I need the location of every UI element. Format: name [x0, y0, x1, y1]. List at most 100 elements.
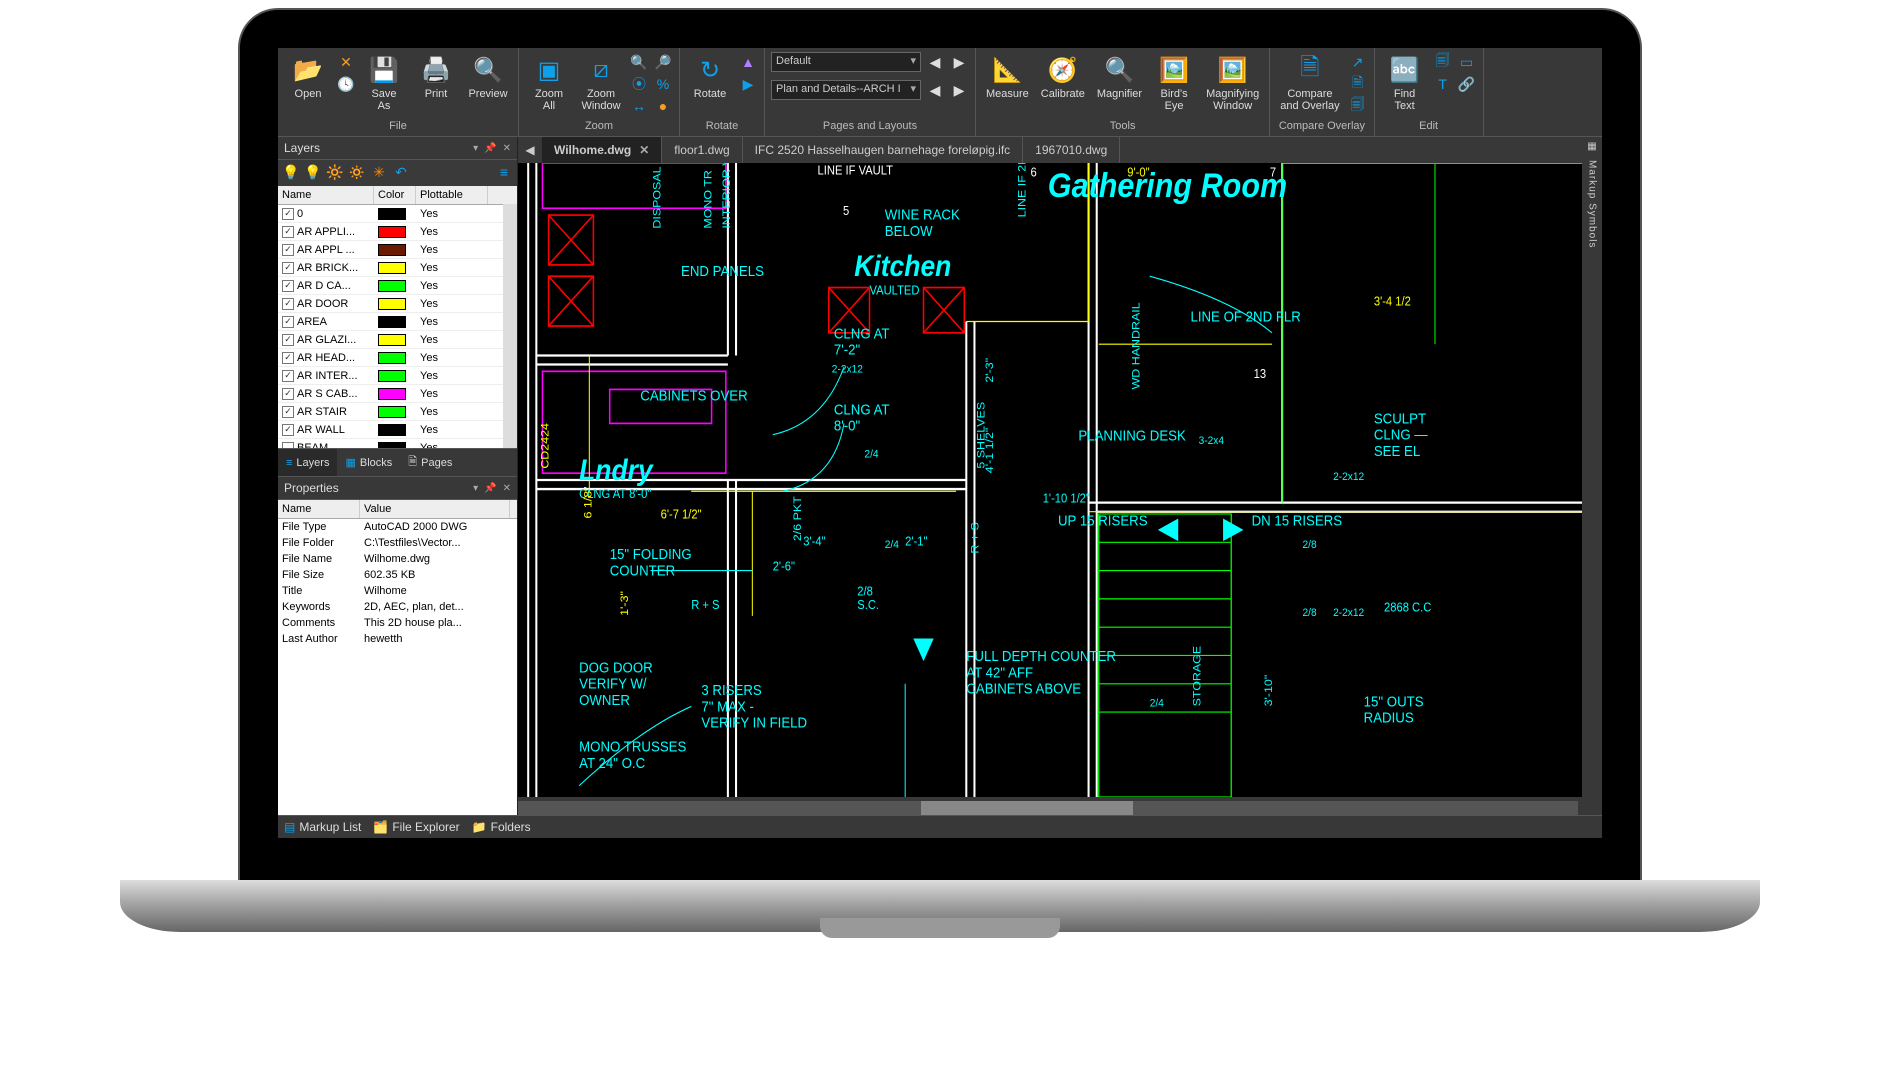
print-button[interactable]: 🖨️ Print — [412, 52, 460, 102]
layer-checkbox[interactable]: ✓ — [282, 334, 294, 346]
layer-checkbox[interactable]: ✓ — [282, 424, 294, 436]
tab-scroll-left[interactable]: ◀ — [518, 137, 542, 163]
layers-menu-icon[interactable]: ≡ — [495, 164, 513, 182]
overlay-arrow-icon[interactable]: ↗ — [1348, 52, 1368, 72]
layer-checkbox[interactable]: ✓ — [282, 280, 294, 292]
compare-overlay-button[interactable]: 🗎Compare and Overlay — [1276, 52, 1343, 114]
layer-color-swatch[interactable] — [378, 388, 406, 400]
layer-row[interactable]: ✓AR APPL ...Yes — [278, 241, 517, 259]
magnifier-button[interactable]: 🔍Magnifier — [1093, 52, 1146, 102]
layer-checkbox[interactable]: ✓ — [282, 352, 294, 364]
edit-copy-icon[interactable]: 🗐 — [1433, 52, 1453, 72]
close-document-icon[interactable]: ✕ — [336, 52, 356, 72]
tab-blocks[interactable]: ▦Blocks — [337, 449, 400, 476]
layer-color-swatch[interactable] — [378, 208, 406, 220]
calibrate-button[interactable]: 🧭Calibrate — [1037, 52, 1089, 102]
zoom-flame-icon[interactable]: ● — [653, 96, 673, 116]
layer-row[interactable]: ✓AR STAIRYes — [278, 403, 517, 421]
layer-checkbox[interactable]: ✓ — [282, 244, 294, 256]
layer-color-swatch[interactable] — [378, 334, 406, 346]
layer-checkbox[interactable]: ✓ — [282, 388, 294, 400]
layer-checkbox[interactable]: ✓ — [282, 298, 294, 310]
bulb-toggle-icon[interactable]: 🔆 — [326, 164, 344, 182]
layer-checkbox[interactable]: ✓ — [282, 262, 294, 274]
layers-scrollbar[interactable] — [503, 204, 517, 448]
file-explorer-button[interactable]: 🗂️File Explorer — [373, 820, 459, 834]
document-tab[interactable]: Wilhome.dwg✕ — [542, 137, 662, 163]
bulb-off-icon[interactable]: 💡 — [304, 164, 322, 182]
flip-v-icon[interactable]: ▶ — [738, 74, 758, 94]
col-name[interactable]: Name — [278, 186, 374, 204]
property-row[interactable]: Keywords2D, AEC, plan, det... — [278, 599, 517, 615]
document-tab[interactable]: floor1.dwg — [662, 137, 742, 163]
layer-row[interactable]: ✓AR WALLYes — [278, 421, 517, 439]
bulb-on-icon[interactable]: 💡 — [282, 164, 300, 182]
recent-files-icon[interactable]: 🕓 — [336, 74, 356, 94]
folders-button[interactable]: 📁Folders — [472, 820, 531, 834]
zoom-window-button[interactable]: ⧄ Zoom Window — [577, 52, 625, 114]
layer-row[interactable]: ✓AR S CAB...Yes — [278, 385, 517, 403]
drawing-canvas[interactable]: Gathering Room Kitchen VAULTED Lndry CLN… — [518, 163, 1598, 797]
save-as-button[interactable]: 💾 Save As — [360, 52, 408, 114]
col-property-name[interactable]: Name — [278, 500, 360, 518]
document-tab[interactable]: IFC 2520 Hasselhaugen barnehage foreløpi… — [743, 137, 1024, 163]
zoom-out-icon[interactable]: 🔎 — [653, 52, 673, 72]
preview-button[interactable]: 🔍 Preview — [464, 52, 512, 102]
layer-row[interactable]: ✓AR DOORYes — [278, 295, 517, 313]
layer-color-swatch[interactable] — [378, 316, 406, 328]
layer-color-swatch[interactable] — [378, 262, 406, 274]
rotate-button[interactable]: ↻ Rotate — [686, 52, 734, 102]
property-row[interactable]: CommentsThis 2D house pla... — [278, 615, 517, 631]
layer-checkbox[interactable] — [282, 442, 294, 449]
layer-color-swatch[interactable] — [378, 352, 406, 364]
view-next-icon[interactable]: ▶ — [949, 80, 969, 100]
layer-row[interactable]: ✓0Yes — [278, 205, 517, 223]
overlay-copy-icon[interactable]: 🗐 — [1348, 96, 1368, 116]
layer-color-swatch[interactable] — [378, 370, 406, 382]
property-row[interactable]: File FolderC:\Testfiles\Vector... — [278, 535, 517, 551]
magnifying-window-button[interactable]: 🖼️Magnifying Window — [1202, 52, 1263, 114]
birds-eye-button[interactable]: 🖼️Bird's Eye — [1150, 52, 1198, 114]
document-tab[interactable]: 1967010.dwg — [1023, 137, 1120, 163]
layout-prev-icon[interactable]: ◀ — [925, 52, 945, 72]
panel-pin-icon[interactable]: 📌 — [484, 483, 496, 494]
markup-list-button[interactable]: ▤Markup List — [284, 820, 361, 834]
open-button[interactable]: 📂 Open — [284, 52, 332, 102]
col-color[interactable]: Color — [374, 186, 416, 204]
property-row[interactable]: File TypeAutoCAD 2000 DWG — [278, 519, 517, 535]
tab-close-icon[interactable]: ✕ — [639, 143, 649, 157]
layer-row[interactable]: ✓AR BRICK...Yes — [278, 259, 517, 277]
panel-dropdown-icon[interactable]: ▾ — [473, 483, 478, 494]
view-combo[interactable]: Plan and Details--ARCH I — [771, 80, 921, 100]
flip-h-icon[interactable]: ▲ — [738, 52, 758, 72]
bulb-layer-icon[interactable]: 🔅 — [348, 164, 366, 182]
tab-pages[interactable]: 🗎Pages — [400, 449, 460, 476]
layer-checkbox[interactable]: ✓ — [282, 406, 294, 418]
layer-color-icon[interactable]: ✳ — [370, 164, 388, 182]
layer-checkbox[interactable]: ✓ — [282, 208, 294, 220]
edit-link-icon[interactable]: 🔗 — [1457, 74, 1477, 94]
horizontal-scrollbar[interactable] — [518, 801, 1578, 815]
layer-color-swatch[interactable] — [378, 280, 406, 292]
zoom-1to1-icon[interactable]: ⦿ — [629, 74, 649, 94]
layout-combo[interactable]: Default — [771, 52, 921, 72]
zoom-all-button[interactable]: ▣ Zoom All — [525, 52, 573, 114]
layer-row[interactable]: ✓AR APPLI...Yes — [278, 223, 517, 241]
layer-color-swatch[interactable] — [378, 442, 406, 449]
layer-color-swatch[interactable] — [378, 406, 406, 418]
layer-row[interactable]: ✓AREAYes — [278, 313, 517, 331]
measure-button[interactable]: 📐Measure — [982, 52, 1033, 102]
zoom-in-icon[interactable]: 🔍 — [629, 52, 649, 72]
layout-next-icon[interactable]: ▶ — [949, 52, 969, 72]
property-row[interactable]: File NameWilhome.dwg — [278, 551, 517, 567]
edit-text-icon[interactable]: T — [1433, 74, 1453, 94]
property-row[interactable]: File Size602.35 KB — [278, 567, 517, 583]
col-plottable[interactable]: Plottable — [416, 186, 488, 204]
edit-select-icon[interactable]: ▭ — [1457, 52, 1477, 72]
layer-row[interactable]: ✓AR HEAD...Yes — [278, 349, 517, 367]
layer-checkbox[interactable]: ✓ — [282, 316, 294, 328]
markup-symbols-tab[interactable]: Markup Symbols — [1587, 160, 1598, 248]
undo-layers-icon[interactable]: ↶ — [392, 164, 410, 182]
property-row[interactable]: TitleWilhome — [278, 583, 517, 599]
panel-close-icon[interactable]: ✕ — [503, 483, 511, 494]
